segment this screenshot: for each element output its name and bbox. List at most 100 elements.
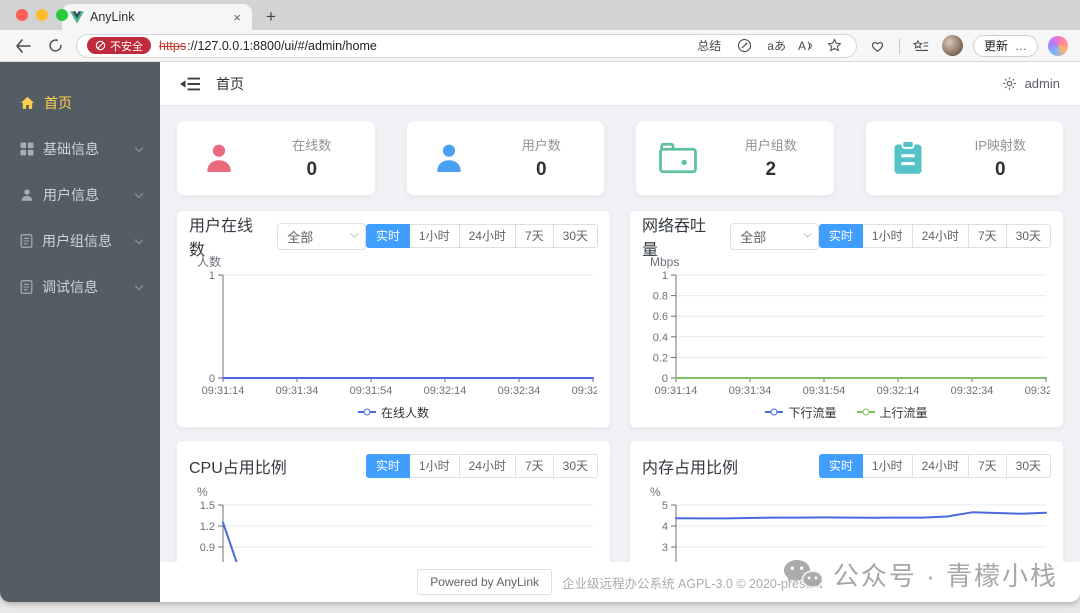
chart-title: 用户在线数 (189, 218, 254, 259)
url-text[interactable]: https://127.0.0.1:8800/ui/#/admin/home (159, 39, 377, 53)
stat-value: 0 (306, 159, 318, 180)
time-button-实时[interactable]: 实时 (365, 224, 410, 248)
stat-label: 用户数 (521, 138, 561, 153)
favorite-star-icon[interactable] (824, 35, 846, 57)
time-button-1小时[interactable]: 1小时 (862, 454, 913, 478)
time-button-24小时[interactable]: 24小时 (459, 224, 516, 248)
sidebar-item-group-info[interactable]: 用户组信息 (0, 218, 160, 264)
chart-canvas: Mbps 0 0.2 0.4 0.6 0.8 1 09:31:14 09:31:34 09:31:… (650, 255, 1067, 397)
user-icon (20, 188, 34, 202)
not-secure-badge[interactable]: 不安全 (87, 37, 151, 54)
wechat-icon (783, 559, 823, 591)
svg-text:0.4: 0.4 (653, 332, 668, 344)
tab-bar: AnyLink × + (0, 0, 1080, 30)
summarize-button[interactable]: 总结 (697, 37, 721, 54)
new-tab-button[interactable]: + (266, 7, 276, 27)
svg-text:5: 5 (662, 500, 668, 512)
copilot-icon[interactable] (1048, 35, 1068, 56)
browser-essentials-icon[interactable] (867, 35, 889, 57)
range-select[interactable]: 全部 (277, 222, 366, 250)
time-button-实时[interactable]: 实时 (818, 454, 863, 478)
chevron-down-icon (350, 228, 359, 238)
sidebar-item-basic-info[interactable]: 基础信息 (0, 126, 160, 172)
close-window-button[interactable] (16, 9, 28, 21)
time-button-7天[interactable]: 7天 (968, 224, 1007, 248)
time-button-1小时[interactable]: 1小时 (409, 454, 460, 478)
compose-icon[interactable] (733, 35, 755, 57)
legend-下行流量[interactable]: 下行流量 (765, 404, 837, 421)
powered-by-link[interactable]: Powered by AnyLink (417, 569, 553, 595)
stat-card-ip-map: IP映射数 0 (864, 120, 1064, 196)
chart-title: CPU占用比例 (189, 460, 287, 477)
svg-text:3: 3 (662, 542, 668, 554)
svg-text:1: 1 (209, 270, 215, 282)
browser-tab[interactable]: AnyLink × (62, 4, 252, 30)
sidebar-item-debug-info[interactable]: 调试信息 (0, 264, 160, 310)
svg-text:09:31:14: 09:31:14 (202, 385, 245, 397)
sidebar-item-user-info[interactable]: 用户信息 (0, 172, 160, 218)
time-button-24小时[interactable]: 24小时 (912, 454, 969, 478)
sidebar-item-home[interactable]: 首页 (0, 80, 160, 126)
svg-text:%: % (197, 485, 208, 499)
more-menu-icon[interactable]: … (1015, 39, 1027, 53)
reload-icon[interactable] (44, 35, 66, 57)
minimize-window-button[interactable] (36, 9, 48, 21)
update-button[interactable]: 更新 … (972, 34, 1038, 57)
time-button-30天[interactable]: 30天 (1006, 224, 1051, 248)
stat-label: IP映射数 (974, 138, 1026, 153)
svg-text:09:32:14: 09:32:14 (877, 385, 920, 397)
back-icon[interactable] (12, 35, 34, 57)
stat-value: 0 (535, 159, 547, 180)
address-bar[interactable]: 不安全 https://127.0.0.1:8800/ui/#/admin/ho… (76, 33, 857, 58)
svg-text:09:31:54: 09:31:54 (803, 385, 846, 397)
stat-card-online: 在线数 0 (176, 120, 376, 196)
svg-text:09:32:34: 09:32:34 (951, 385, 994, 397)
document-icon (20, 234, 33, 248)
translate-icon[interactable]: aあ (767, 37, 786, 54)
breadcrumb[interactable]: 首页 (216, 74, 244, 94)
time-button-实时[interactable]: 实时 (365, 454, 410, 478)
time-range-buttons: 实时 1小时 24小时 7天 30天 (818, 454, 1051, 478)
home-icon (20, 96, 35, 110)
time-button-7天[interactable]: 7天 (515, 224, 554, 248)
time-button-24小时[interactable]: 24小时 (459, 454, 516, 478)
chevron-down-icon (134, 281, 144, 290)
time-button-7天[interactable]: 7天 (515, 454, 554, 478)
time-button-7天[interactable]: 7天 (968, 454, 1007, 478)
zoom-window-button[interactable] (56, 9, 68, 21)
collapse-menu-icon[interactable] (180, 76, 200, 92)
svg-text:09:32:34: 09:32:34 (498, 385, 541, 397)
time-button-1小时[interactable]: 1小时 (862, 224, 913, 248)
time-button-24小时[interactable]: 24小时 (912, 224, 969, 248)
chevron-down-icon (134, 235, 144, 244)
url-rest: ://127.0.0.1:8800/ui/#/admin/home (187, 38, 377, 53)
page-header: 首页 admin (160, 62, 1080, 106)
folder-icon (636, 141, 720, 175)
time-button-1小时[interactable]: 1小时 (409, 224, 460, 248)
time-button-实时[interactable]: 实时 (818, 224, 863, 248)
range-select[interactable]: 全部 (730, 222, 819, 250)
time-range-buttons: 实时 1小时 24小时 7天 30天 (818, 224, 1051, 248)
svg-text:09:32:54: 09:32:54 (1025, 385, 1050, 397)
time-button-30天[interactable]: 30天 (1006, 454, 1051, 478)
legend-在线人数[interactable]: 在线人数 (357, 404, 429, 421)
legend-上行流量[interactable]: 上行流量 (856, 404, 928, 421)
profile-avatar[interactable] (941, 35, 963, 56)
time-button-30天[interactable]: 30天 (553, 224, 598, 248)
favorites-bar-icon[interactable] (910, 35, 932, 57)
stat-cards: 在线数 0 用户数 0 用户组数 2 IP映射数 0 (160, 106, 1080, 196)
read-aloud-icon[interactable]: A (798, 39, 812, 53)
svg-text:%: % (650, 485, 661, 499)
chart-title: 内存占用比例 (642, 460, 739, 477)
watermark: 公众号 · 青檬小栈 (783, 556, 1058, 593)
svg-text:0.9: 0.9 (200, 542, 215, 554)
svg-text:0.6: 0.6 (653, 311, 668, 323)
gear-icon[interactable] (1002, 76, 1017, 91)
time-button-30天[interactable]: 30天 (553, 454, 598, 478)
svg-text:09:31:54: 09:31:54 (350, 385, 393, 397)
url-scheme: https (159, 38, 187, 53)
username[interactable]: admin (1025, 76, 1060, 91)
chevron-down-icon (134, 143, 144, 152)
time-range-buttons: 实时 1小时 24小时 7天 30天 (365, 224, 598, 248)
tab-close-icon[interactable]: × (230, 10, 244, 25)
